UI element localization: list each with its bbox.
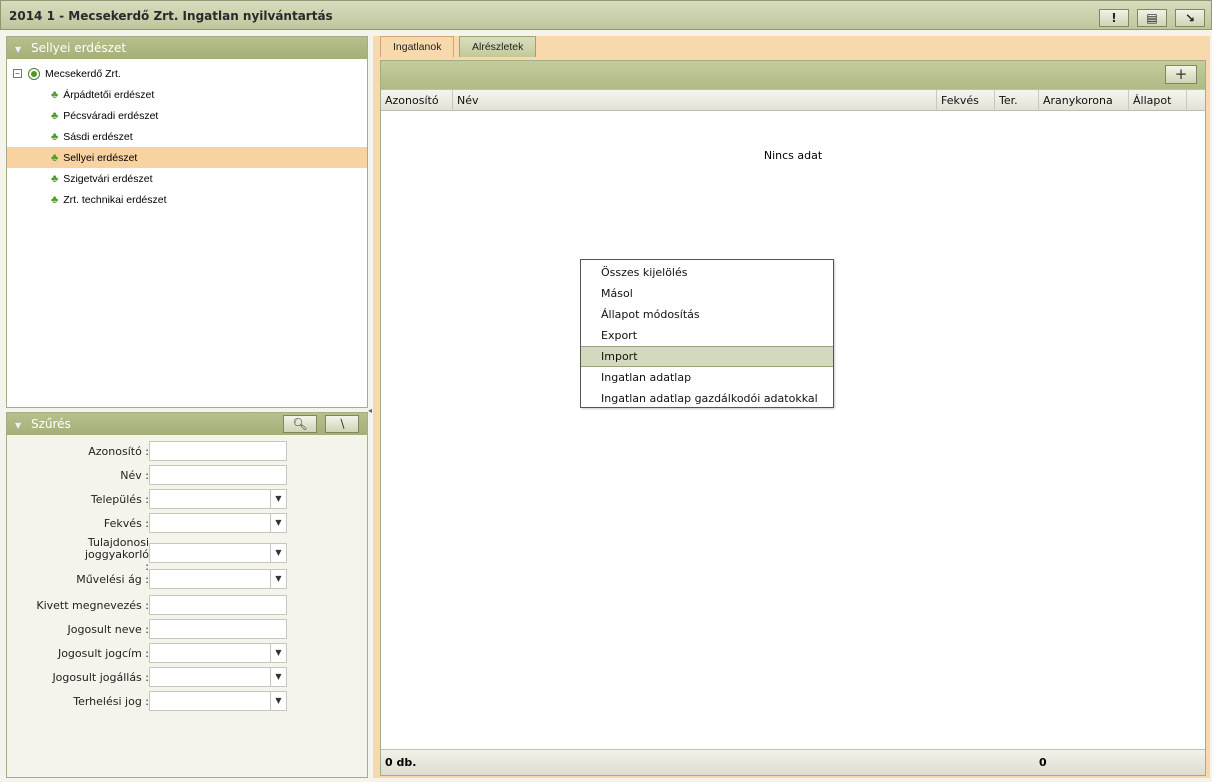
minimize-button[interactable]: ↘ xyxy=(1175,9,1205,27)
filter-panel-title: Szűrés xyxy=(30,417,71,431)
chevron-down-icon[interactable]: ▼ xyxy=(270,490,286,508)
tree-item-technikai[interactable]: ♣ Zrt. technikai erdészet xyxy=(13,189,367,210)
search-button[interactable]: 🔍︎ xyxy=(283,415,317,433)
broom-icon: ∖ xyxy=(338,417,346,431)
property-grid: + Azonosító Név Fekvés Ter. Aranykorona … xyxy=(380,60,1206,776)
no-data-message: Nincs adat xyxy=(763,149,823,162)
filter-label: Település : xyxy=(90,493,149,506)
column-allapot[interactable]: Állapot xyxy=(1129,90,1187,111)
tab-alreszletek[interactable]: Alrészletek xyxy=(459,36,537,57)
info-button[interactable]: ! xyxy=(1099,9,1129,27)
filter-label: Jogosult jogcím : xyxy=(57,647,149,660)
column-ter[interactable]: Ter. xyxy=(995,90,1039,111)
tree-item-szigetvar[interactable]: ♣ Szigetvári erdészet xyxy=(13,168,367,189)
tree-item-label: Sellyei erdészet xyxy=(63,151,138,164)
menu-item-copy[interactable]: Másol xyxy=(581,283,833,304)
exclamation-icon: ! xyxy=(1111,11,1117,25)
forest-icon: ♣ xyxy=(51,151,59,164)
chevron-down-icon[interactable]: ▼ xyxy=(270,544,286,562)
tree-item-label: Zrt. technikai erdészet xyxy=(63,193,167,206)
tree-toggle-icon[interactable]: − xyxy=(13,69,22,78)
forest-icon: ♣ xyxy=(51,109,59,122)
menu-item-property-sheet[interactable]: Ingatlan adatlap xyxy=(581,367,833,388)
aranykorona-sum: 0 xyxy=(1039,756,1047,769)
tree-item-label: Szigetvári erdészet xyxy=(63,172,153,185)
tree-item-sellye[interactable]: ♣ Sellyei erdészet xyxy=(7,147,367,168)
filter-panel-header[interactable]: ▼ Szűrés 🔍︎ ∖ xyxy=(7,413,367,435)
tree-item-sasd[interactable]: ♣ Sásdi erdészet xyxy=(13,126,367,147)
muvelesi-ag-select[interactable]: ▼ xyxy=(149,569,287,589)
chevron-down-icon[interactable]: ▼ xyxy=(270,570,286,588)
forest-icon: ♣ xyxy=(51,130,59,143)
menu-item-import[interactable]: Import xyxy=(581,346,833,367)
grid-header: Azonosító Név Fekvés Ter. Aranykorona Ál… xyxy=(381,89,1205,111)
filter-label: Művelési ág : xyxy=(76,573,149,586)
column-azonosito[interactable]: Azonosító xyxy=(381,90,453,111)
forest-icon: ♣ xyxy=(51,88,59,101)
chevron-down-icon[interactable]: ▼ xyxy=(270,644,286,662)
tree-root-label: Mecsekerdő Zrt. xyxy=(45,67,121,80)
search-icon: 🔍︎ xyxy=(292,417,308,431)
fekves-select[interactable]: ▼ xyxy=(149,513,287,533)
tree-panel-header[interactable]: ▼ Sellyei erdészet xyxy=(7,37,367,59)
filter-label: Fekvés : xyxy=(103,517,149,530)
tulajdonosi-joggyakorlo-select[interactable]: ▼ xyxy=(149,543,287,563)
column-nev[interactable]: Név xyxy=(453,90,937,111)
list-button[interactable]: ▤ xyxy=(1137,9,1167,27)
collapse-arrow-icon[interactable]: ▼ xyxy=(15,45,21,54)
tree-root-item[interactable]: − Mecsekerdő Zrt. xyxy=(13,63,367,84)
column-fekves[interactable]: Fekvés xyxy=(937,90,995,111)
context-menu: Összes kijelölés Másol Állapot módosítás… xyxy=(580,259,834,408)
window-title: 2014 1 - Mecsekerdő Zrt. Ingatlan nyilvá… xyxy=(9,9,333,23)
nev-input[interactable] xyxy=(149,465,287,485)
filter-label: Azonosító : xyxy=(88,445,149,458)
org-tree: − Mecsekerdő Zrt. ♣ Árpádtetői erdészet … xyxy=(7,59,367,210)
tree-panel-title: Sellyei erdészet xyxy=(30,41,127,55)
arrow-down-right-icon: ↘ xyxy=(1184,11,1196,25)
tree-item-label: Árpádtetői erdészet xyxy=(63,88,155,101)
list-icon: ▤ xyxy=(1146,11,1158,25)
kivett-megnevezes-input[interactable] xyxy=(149,595,287,615)
clear-filter-button[interactable]: ∖ xyxy=(325,415,359,433)
menu-item-status-change[interactable]: Állapot módosítás xyxy=(581,304,833,325)
company-icon xyxy=(28,67,40,80)
forest-icon: ♣ xyxy=(51,172,59,185)
tree-item-label: Sásdi erdészet xyxy=(63,130,133,143)
chevron-down-icon[interactable]: ▼ xyxy=(270,514,286,532)
collapse-arrow-icon[interactable]: ▼ xyxy=(15,421,21,430)
azonosito-input[interactable] xyxy=(149,441,287,461)
column-aranykorona[interactable]: Aranykorona xyxy=(1039,90,1129,111)
filter-label: Név : xyxy=(120,469,149,482)
menu-item-property-sheet-economic[interactable]: Ingatlan adatlap gazdálkodói adatokkal xyxy=(581,388,833,409)
telepules-select[interactable]: ▼ xyxy=(149,489,287,509)
filter-label: Jogosult neve : xyxy=(67,623,149,636)
filter-label: Kivett megnevezés : xyxy=(36,599,149,612)
tree-item-pecsvarad[interactable]: ♣ Pécsváradi erdészet xyxy=(13,105,367,126)
terhelesi-jog-select[interactable]: ▼ xyxy=(149,691,287,711)
add-button[interactable]: + xyxy=(1165,65,1197,84)
record-count: 0 db. xyxy=(385,756,417,769)
tree-panel: ▼ Sellyei erdészet − Mecsekerdő Zrt. ♣ Á… xyxy=(6,36,368,408)
grid-toolbar: + xyxy=(381,61,1205,89)
jogosult-jogcim-select[interactable]: ▼ xyxy=(149,643,287,663)
chevron-down-icon[interactable]: ▼ xyxy=(270,692,286,710)
filter-label: Tulajdonosi joggyakorló : xyxy=(84,536,149,573)
jogosult-jogallas-select[interactable]: ▼ xyxy=(149,667,287,687)
column-extra[interactable] xyxy=(1187,90,1205,111)
chevron-down-icon[interactable]: ▼ xyxy=(270,668,286,686)
menu-item-export[interactable]: Export xyxy=(581,325,833,346)
filter-label: Terhelési jog : xyxy=(73,695,149,708)
jogosult-neve-input[interactable] xyxy=(149,619,287,639)
tab-ingatlanok[interactable]: Ingatlanok xyxy=(380,36,455,57)
menu-item-select-all[interactable]: Összes kijelölés xyxy=(581,262,833,283)
filter-label: Jogosult jogállás : xyxy=(52,671,149,684)
tree-item-label: Pécsváradi erdészet xyxy=(63,109,159,122)
grid-footer: 0 db. 0 xyxy=(381,749,1205,775)
forest-icon: ♣ xyxy=(51,193,59,206)
window-titlebar: 2014 1 - Mecsekerdő Zrt. Ingatlan nyilvá… xyxy=(0,0,1212,30)
filter-panel: ▼ Szűrés 🔍︎ ∖ Azonosító : Név : Települé… xyxy=(6,412,368,778)
tree-item-arpadteto[interactable]: ♣ Árpádtetői erdészet xyxy=(13,84,367,105)
